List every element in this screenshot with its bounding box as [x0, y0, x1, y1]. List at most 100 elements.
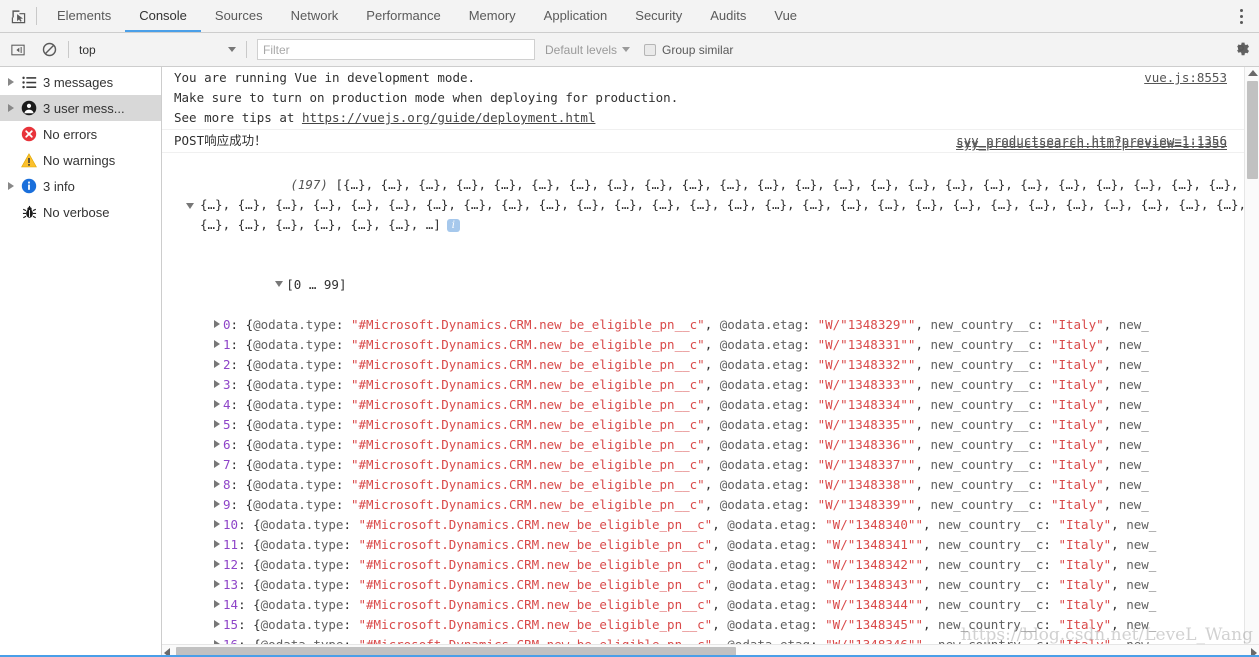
- triangle-right-icon[interactable]: [214, 440, 220, 448]
- clear-console-icon[interactable]: [36, 37, 62, 63]
- value-odata-type: "#Microsoft.Dynamics.CRM.new_be_eligible…: [350, 337, 705, 352]
- value-odata-etag: "W/"1348335"": [817, 417, 916, 432]
- triangle-right-icon[interactable]: [214, 420, 220, 428]
- expand-arrow-icon[interactable]: [4, 78, 18, 86]
- array-object-row[interactable]: 3: {@odata.type: "#Microsoft.Dynamics.CR…: [174, 375, 1259, 395]
- sidebar-item-info[interactable]: 3 info: [0, 173, 161, 199]
- tab-network[interactable]: Network: [277, 0, 353, 32]
- array-range-group[interactable]: [0 … 99]: [174, 255, 1259, 315]
- value-new-country: "Italy": [1058, 537, 1112, 552]
- group-similar-toggle[interactable]: Group similar: [644, 43, 733, 57]
- array-object-row[interactable]: 8: {@odata.type: "#Microsoft.Dynamics.CR…: [174, 475, 1259, 495]
- row-punct: ,: [915, 457, 931, 472]
- console-horizontal-scrollbar[interactable]: [162, 644, 1259, 655]
- row-punct: ,: [712, 537, 728, 552]
- array-object-row[interactable]: 4: {@odata.type: "#Microsoft.Dynamics.CR…: [174, 395, 1259, 415]
- vertical-scroll-thumb[interactable]: [1247, 81, 1258, 179]
- info-glyph: [21, 178, 37, 194]
- console-message-vue-devmode[interactable]: You are running Vue in development mode.…: [162, 67, 1259, 130]
- row-punct: : {: [238, 597, 261, 612]
- array-object-row[interactable]: 15: {@odata.type: "#Microsoft.Dynamics.C…: [174, 615, 1259, 635]
- tab-console[interactable]: Console: [125, 0, 201, 32]
- execution-context-select[interactable]: top: [75, 39, 240, 61]
- triangle-right-icon[interactable]: [214, 400, 220, 408]
- scroll-left-arrow-icon[interactable]: [164, 648, 170, 655]
- tab-vue[interactable]: Vue: [760, 0, 811, 32]
- row-punct: ,: [704, 317, 720, 332]
- group-similar-checkbox[interactable]: [644, 43, 657, 56]
- key-odata-etag: @odata.etag: [719, 357, 803, 372]
- console-message-array[interactable]: syy_productsearch.htm?preview=1:1359 (19…: [162, 136, 1259, 655]
- value-odata-etag: "W/"1348344"": [825, 597, 923, 612]
- array-object-row[interactable]: 7: {@odata.type: "#Microsoft.Dynamics.CR…: [174, 455, 1259, 475]
- array-object-row[interactable]: 0: {@odata.type: "#Microsoft.Dynamics.CR…: [174, 315, 1259, 335]
- sidebar-item-user-messages[interactable]: 3 user mess...: [0, 95, 161, 121]
- triangle-right-icon[interactable]: [214, 380, 220, 388]
- vue-deployment-link[interactable]: https://vuejs.org/guide/deployment.html: [302, 110, 596, 125]
- array-expand-toggle[interactable]: [186, 197, 197, 217]
- tab-sources[interactable]: Sources: [201, 0, 277, 32]
- value-odata-etag: "W/"1348338"": [817, 477, 916, 492]
- array-object-row[interactable]: 10: {@odata.type: "#Microsoft.Dynamics.C…: [174, 515, 1259, 535]
- triangle-right-icon[interactable]: [214, 340, 220, 348]
- array-info-badge[interactable]: i: [446, 219, 460, 232]
- tab-elements[interactable]: Elements: [43, 0, 125, 32]
- array-object-row[interactable]: 6: {@odata.type: "#Microsoft.Dynamics.CR…: [174, 435, 1259, 455]
- expand-arrow-icon[interactable]: [4, 104, 18, 112]
- array-object-row[interactable]: 1: {@odata.type: "#Microsoft.Dynamics.CR…: [174, 335, 1259, 355]
- row-punct: :: [1043, 517, 1059, 532]
- sidebar-item-messages[interactable]: 3 messages: [0, 69, 161, 95]
- key-odata-etag: @odata.etag: [727, 617, 811, 632]
- triangle-right-icon[interactable]: [214, 580, 220, 588]
- key-odata-etag: @odata.etag: [719, 457, 803, 472]
- source-link-vue[interactable]: vue.js:8553: [1144, 68, 1227, 88]
- row-punct: ,: [704, 497, 720, 512]
- triangle-right-icon[interactable]: [214, 480, 220, 488]
- tab-audits[interactable]: Audits: [696, 0, 760, 32]
- console-vertical-scrollbar[interactable]: [1244, 67, 1259, 655]
- array-object-row[interactable]: 2: {@odata.type: "#Microsoft.Dynamics.CR…: [174, 355, 1259, 375]
- array-object-row[interactable]: 12: {@odata.type: "#Microsoft.Dynamics.C…: [174, 555, 1259, 575]
- row-punct: ,: [704, 337, 720, 352]
- scroll-right-arrow-icon[interactable]: [1251, 648, 1257, 655]
- sidebar-item-warnings[interactable]: No warnings: [0, 147, 161, 173]
- tab-security[interactable]: Security: [621, 0, 696, 32]
- filter-input[interactable]: [257, 39, 535, 60]
- triangle-right-icon[interactable]: [214, 500, 220, 508]
- show-console-sidebar-icon[interactable]: [5, 37, 31, 63]
- tab-application[interactable]: Application: [530, 0, 622, 32]
- row-punct: ,: [1111, 557, 1127, 572]
- triangle-right-icon[interactable]: [214, 520, 220, 528]
- triangle-right-icon[interactable]: [214, 620, 220, 628]
- source-link-array[interactable]: syy_productsearch.htm?preview=1:1359: [956, 134, 1227, 154]
- row-punct: ,: [712, 597, 728, 612]
- scroll-up-arrow-icon[interactable]: [1248, 70, 1258, 76]
- key-odata-type: @odata.type: [253, 357, 336, 372]
- row-punct: ,: [1103, 377, 1119, 392]
- array-object-row[interactable]: 11: {@odata.type: "#Microsoft.Dynamics.C…: [174, 535, 1259, 555]
- array-object-row[interactable]: 14: {@odata.type: "#Microsoft.Dynamics.C…: [174, 595, 1259, 615]
- tab-performance[interactable]: Performance: [352, 0, 454, 32]
- array-object-row[interactable]: 13: {@odata.type: "#Microsoft.Dynamics.C…: [174, 575, 1259, 595]
- triangle-right-icon[interactable]: [214, 540, 220, 548]
- console-output: You are running Vue in development mode.…: [162, 67, 1259, 655]
- expand-arrow-icon[interactable]: [4, 182, 18, 190]
- sidebar-item-errors[interactable]: No errors: [0, 121, 161, 147]
- triangle-right-icon[interactable]: [214, 560, 220, 568]
- value-odata-etag: "W/"1348342"": [825, 557, 923, 572]
- triangle-right-icon[interactable]: [214, 600, 220, 608]
- row-index: 6: [223, 437, 231, 452]
- kebab-menu-icon[interactable]: [1227, 0, 1255, 32]
- sidebar-item-verbose[interactable]: No verbose: [0, 199, 161, 225]
- tab-memory[interactable]: Memory: [455, 0, 530, 32]
- horizontal-scroll-thumb[interactable]: [176, 647, 736, 655]
- triangle-right-icon[interactable]: [214, 360, 220, 368]
- inspect-element-icon[interactable]: [0, 0, 36, 32]
- gear-icon[interactable]: [1232, 39, 1250, 62]
- triangle-right-icon[interactable]: [214, 460, 220, 468]
- array-object-row[interactable]: 9: {@odata.type: "#Microsoft.Dynamics.CR…: [174, 495, 1259, 515]
- array-preview-block: (197) [{…}, {…}, {…}, {…}, {…}, {…}, {…}…: [174, 155, 1259, 255]
- triangle-right-icon[interactable]: [214, 320, 220, 328]
- log-levels-select[interactable]: Default levels: [545, 43, 631, 57]
- array-object-row[interactable]: 5: {@odata.type: "#Microsoft.Dynamics.CR…: [174, 415, 1259, 435]
